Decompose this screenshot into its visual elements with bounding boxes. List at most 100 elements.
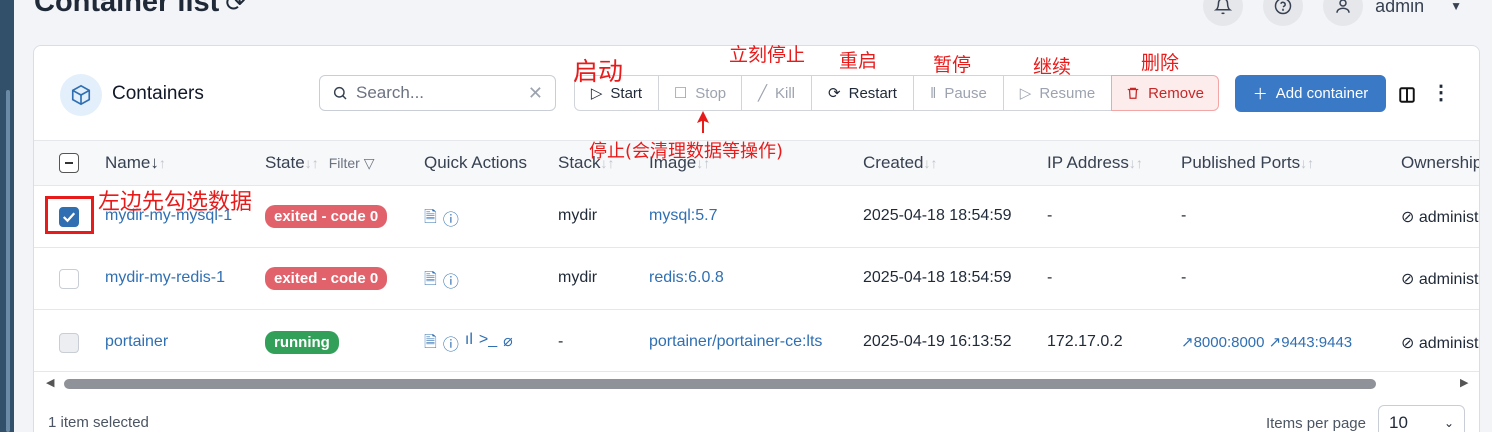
row-checkbox[interactable] bbox=[59, 333, 79, 353]
containers-card: Containers ✕ ▷Start ☐Stop ╱Kill ⟳Restart… bbox=[33, 45, 1480, 432]
annotation-select: 左边先勾选数据 bbox=[98, 190, 253, 215]
page-title-text: Container list bbox=[34, 0, 220, 18]
column-ip[interactable]: IP Address↓↑ bbox=[1047, 153, 1143, 173]
inspect-icon[interactable]: ⓘ bbox=[443, 268, 459, 295]
image-link[interactable]: redis:6.0.8 bbox=[649, 269, 724, 287]
image-link[interactable]: portainer/portainer-ce:lts bbox=[649, 333, 822, 351]
port-link[interactable]: ↗8000:8000 bbox=[1181, 334, 1264, 351]
attach-icon[interactable]: ⌀ bbox=[503, 331, 513, 358]
ownership-value: administrators bbox=[1418, 209, 1479, 226]
status-badge: exited - code 0 bbox=[265, 267, 388, 290]
sort-icon: ↓↑ bbox=[1128, 155, 1143, 171]
stack-value: mydir bbox=[558, 207, 598, 224]
eye-off-icon: ⊘ bbox=[1401, 271, 1415, 288]
stats-icon[interactable]: ıl bbox=[465, 331, 473, 358]
select-all-checkbox[interactable] bbox=[59, 153, 79, 173]
console-icon[interactable]: >_ bbox=[479, 331, 497, 358]
eye-off-icon: ⊘ bbox=[1401, 209, 1415, 226]
refresh-icon[interactable]: ⟳ bbox=[225, 0, 245, 17]
annotation-pause: 暂停 bbox=[933, 54, 972, 76]
quick-actions: 🗎 ⓘ ıl >_ ⌀ bbox=[424, 331, 513, 358]
inspect-icon[interactable]: ⓘ bbox=[443, 331, 459, 358]
remove-button[interactable]: Remove bbox=[1111, 75, 1219, 111]
container-name-link[interactable]: mydir-my-redis-1 bbox=[105, 269, 225, 287]
more-options-icon[interactable]: ⋮ bbox=[1431, 83, 1451, 103]
clear-search-icon[interactable]: ✕ bbox=[528, 83, 543, 104]
restart-button[interactable]: ⟳ Restart bbox=[811, 75, 914, 111]
container-name-link[interactable]: portainer bbox=[105, 333, 168, 351]
user-menu[interactable]: admin ▼ bbox=[1323, 0, 1462, 26]
search-input[interactable] bbox=[356, 83, 516, 103]
resume-button[interactable]: ▷ Resume bbox=[1003, 75, 1112, 111]
ports-value: - bbox=[1181, 269, 1187, 286]
sort-icon: ↓↑ bbox=[304, 155, 319, 171]
stop-button[interactable]: ☐ Stop bbox=[658, 75, 742, 111]
created-value: 2025-04-18 18:54:59 bbox=[863, 269, 1012, 286]
column-ownership[interactable]: Ownership bbox=[1401, 153, 1479, 173]
page-title: Container list ⟳ bbox=[34, 0, 245, 19]
columns-toggle-icon[interactable] bbox=[1398, 86, 1416, 109]
kill-button[interactable]: ╱ Kill bbox=[741, 75, 812, 111]
ip-value: - bbox=[1047, 269, 1053, 286]
annotation-highlight-box bbox=[45, 196, 94, 234]
column-state-label: State bbox=[265, 153, 305, 172]
items-per-page-label: Items per page bbox=[1265, 414, 1366, 432]
state-filter[interactable]: Filter ▽ bbox=[329, 155, 375, 171]
sidebar-scrollbar[interactable] bbox=[6, 90, 10, 432]
annotation-stop: 停止(会清理数据等操作) bbox=[589, 141, 784, 162]
add-container-button[interactable]: ＋ Add container bbox=[1235, 75, 1386, 112]
column-created-label: Created bbox=[863, 153, 924, 172]
port-text: 8000:8000 bbox=[1193, 334, 1265, 351]
port-text: 9443:9443 bbox=[1281, 334, 1353, 351]
notification-bell-icon[interactable] bbox=[1203, 0, 1244, 26]
search-icon bbox=[333, 86, 347, 100]
annotation-restart: 重启 bbox=[839, 50, 878, 72]
quick-actions: 🗎 ⓘ bbox=[424, 206, 459, 233]
ports-value: ↗8000:8000 ↗9443:9443 bbox=[1181, 333, 1352, 351]
card-title: Containers bbox=[112, 83, 204, 104]
horizontal-scrollbar[interactable]: ◀ ▶ bbox=[34, 374, 1479, 394]
pagination: Items per page 10 ⌄ bbox=[1266, 405, 1465, 432]
stack-value: mydir bbox=[558, 269, 598, 286]
remove-label: Remove bbox=[1148, 84, 1204, 102]
filter-icon: ▽ bbox=[363, 155, 375, 171]
stop-label: Stop bbox=[695, 84, 727, 102]
trash-icon bbox=[1127, 87, 1139, 99]
pause-button[interactable]: ‖ Pause bbox=[913, 75, 1004, 111]
status-badge: exited - code 0 bbox=[265, 205, 388, 228]
column-ports[interactable]: Published Ports↓↑ bbox=[1181, 153, 1314, 173]
top-right-actions: admin ▼ bbox=[1203, 0, 1462, 26]
filter-label: Filter bbox=[328, 155, 360, 171]
ownership-cell: ⊘ administrators bbox=[1401, 269, 1479, 289]
port-link[interactable]: ↗9443:9443 bbox=[1269, 334, 1352, 351]
cube-icon bbox=[60, 74, 102, 116]
scroll-right-icon[interactable]: ▶ bbox=[1460, 376, 1468, 389]
annotation-resume: 继续 bbox=[1033, 56, 1072, 78]
inspect-icon[interactable]: ⓘ bbox=[443, 206, 459, 233]
ip-value: 172.17.0.2 bbox=[1047, 333, 1123, 350]
eye-off-icon: ⊘ bbox=[1401, 335, 1415, 352]
image-link[interactable]: mysql:5.7 bbox=[649, 207, 717, 225]
plus-icon: ＋ bbox=[1252, 86, 1268, 103]
logs-icon[interactable]: 🗎 bbox=[424, 206, 437, 233]
stop-icon: ☐ bbox=[673, 85, 688, 102]
selection-count: 1 item selected bbox=[48, 414, 149, 431]
scrollbar-thumb[interactable] bbox=[64, 379, 1376, 389]
restart-icon: ⟳ bbox=[828, 85, 841, 102]
items-per-page-select[interactable]: 10 ⌄ bbox=[1378, 405, 1465, 432]
annotation-remove: 删除 bbox=[1141, 52, 1180, 74]
chevron-down-icon: ⌄ bbox=[1443, 416, 1454, 430]
search-box[interactable]: ✕ bbox=[319, 75, 556, 111]
ownership-cell: ⊘ administrators bbox=[1401, 333, 1479, 353]
items-per-page-value: 10 bbox=[1389, 413, 1408, 432]
scroll-left-icon[interactable]: ◀ bbox=[46, 376, 54, 389]
row-checkbox[interactable] bbox=[59, 269, 79, 289]
column-created[interactable]: Created↓↑ bbox=[863, 153, 937, 173]
help-icon[interactable] bbox=[1263, 0, 1304, 26]
logs-icon[interactable]: 🗎 bbox=[424, 268, 437, 295]
column-name[interactable]: Name↓↑ bbox=[105, 153, 166, 173]
column-state[interactable]: State↓↑ Filter ▽ bbox=[265, 153, 375, 173]
table-row: mydir-my-redis-1 exited - code 0 🗎 ⓘ mydi… bbox=[34, 248, 1479, 310]
logs-icon[interactable]: 🗎 bbox=[424, 331, 437, 358]
column-ports-label: Published Ports bbox=[1181, 153, 1301, 172]
